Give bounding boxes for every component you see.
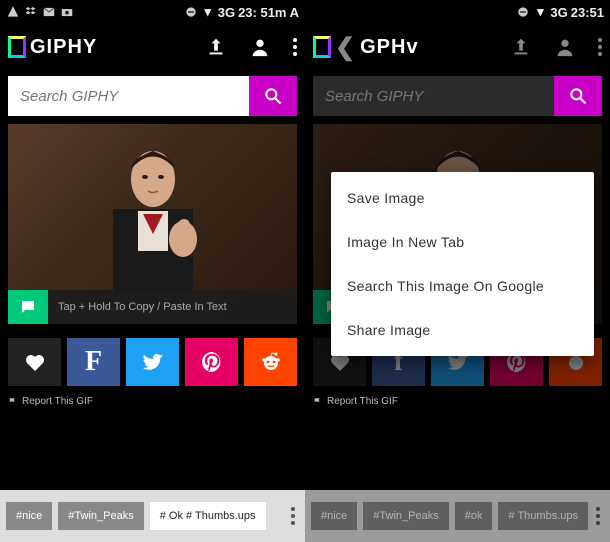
search-button[interactable] bbox=[554, 76, 602, 116]
search-input[interactable] bbox=[8, 76, 249, 116]
context-menu: Save Image Image In New Tab Search This … bbox=[331, 172, 594, 356]
context-new-tab[interactable]: Image In New Tab bbox=[331, 220, 594, 264]
tag-bar: #nice #Twin_Peaks # Ok # Thumbs.ups bbox=[0, 490, 305, 542]
dnd-icon bbox=[516, 5, 530, 19]
upload-icon[interactable] bbox=[205, 36, 227, 58]
context-share-image[interactable]: Share Image bbox=[331, 308, 594, 352]
hint-text: Tap + Hold To Copy / Paste In Text bbox=[48, 301, 227, 313]
tag-item[interactable]: #Twin_Peaks bbox=[363, 502, 448, 530]
report-label: Report This GIF bbox=[22, 396, 93, 407]
profile-icon[interactable] bbox=[554, 36, 576, 58]
camera-icon bbox=[60, 5, 74, 19]
reddit-button[interactable] bbox=[244, 338, 297, 386]
tag-item[interactable]: #Twin_Peaks bbox=[58, 502, 143, 530]
search-row bbox=[313, 76, 602, 116]
phone-left: ▾ 3G 23: 51m A GIPHY bbox=[0, 0, 305, 542]
upload-icon[interactable] bbox=[510, 36, 532, 58]
wifi-icon: ▾ bbox=[201, 5, 215, 19]
hint-bar: Tap + Hold To Copy / Paste In Text bbox=[8, 290, 297, 324]
tag-item[interactable]: # Ok # Thumbs.ups bbox=[150, 502, 266, 530]
search-input[interactable] bbox=[313, 76, 554, 116]
giphy-logo[interactable]: GIPHY bbox=[8, 36, 97, 59]
wifi-icon: ▾ bbox=[533, 5, 547, 19]
brand-name: GIPHY bbox=[30, 36, 97, 59]
status-bar: ▾ 3G 23: 51m A bbox=[0, 0, 305, 24]
dnd-icon bbox=[184, 5, 198, 19]
tag-item[interactable]: #nice bbox=[6, 502, 52, 530]
tag-bar: #nice #Twin_Peaks #ok # Thumbs.ups bbox=[305, 490, 610, 542]
flag-icon bbox=[313, 397, 323, 407]
app-header: GIPHY bbox=[0, 24, 305, 70]
menu-icon[interactable] bbox=[293, 38, 297, 56]
phone-right: ▾ 3G 23:51 ❮ GPHv bbox=[305, 0, 610, 542]
time-label: 23:51 bbox=[571, 5, 604, 20]
tag-item[interactable]: # Thumbs.ups bbox=[498, 502, 588, 530]
giphy-logo-icon bbox=[8, 36, 26, 58]
network-label: 3G bbox=[218, 5, 235, 20]
share-row: F bbox=[8, 338, 297, 386]
mail-icon bbox=[42, 5, 56, 19]
menu-icon[interactable] bbox=[598, 38, 602, 56]
app-header: ❮ GPHv bbox=[305, 24, 610, 70]
report-row[interactable]: Report This GIF bbox=[8, 396, 297, 407]
profile-icon[interactable] bbox=[249, 36, 271, 58]
search-row bbox=[8, 76, 297, 116]
gif-preview[interactable]: Tap + Hold To Copy / Paste In Text bbox=[8, 124, 297, 324]
favorite-button[interactable] bbox=[8, 338, 61, 386]
tag-more-icon[interactable] bbox=[596, 507, 604, 525]
status-bar: ▾ 3G 23:51 bbox=[305, 0, 610, 24]
dropbox-icon bbox=[24, 5, 38, 19]
tag-item[interactable]: #ok bbox=[455, 502, 493, 530]
flag-icon bbox=[8, 397, 18, 407]
giphy-logo-icon bbox=[313, 36, 331, 58]
tag-item[interactable]: #nice bbox=[311, 502, 357, 530]
report-row[interactable]: Report This GIF bbox=[313, 396, 602, 407]
pinterest-button[interactable] bbox=[185, 338, 238, 386]
twitter-button[interactable] bbox=[126, 338, 179, 386]
back-icon[interactable]: ❮ bbox=[335, 33, 356, 62]
time-label: 23: 51m A bbox=[238, 5, 299, 20]
giphy-logo[interactable]: ❮ GPHv bbox=[313, 33, 419, 62]
facebook-button[interactable]: F bbox=[67, 338, 120, 386]
nav-icon bbox=[6, 5, 20, 19]
brand-name: GPHv bbox=[360, 36, 418, 59]
report-label: Report This GIF bbox=[327, 396, 398, 407]
network-label: 3G bbox=[550, 5, 567, 20]
tag-more-icon[interactable] bbox=[291, 507, 299, 525]
gif-content bbox=[83, 139, 223, 309]
context-search-google[interactable]: Search This Image On Google bbox=[331, 264, 594, 308]
message-icon[interactable] bbox=[8, 290, 48, 324]
search-button[interactable] bbox=[249, 76, 297, 116]
context-save-image[interactable]: Save Image bbox=[331, 176, 594, 220]
